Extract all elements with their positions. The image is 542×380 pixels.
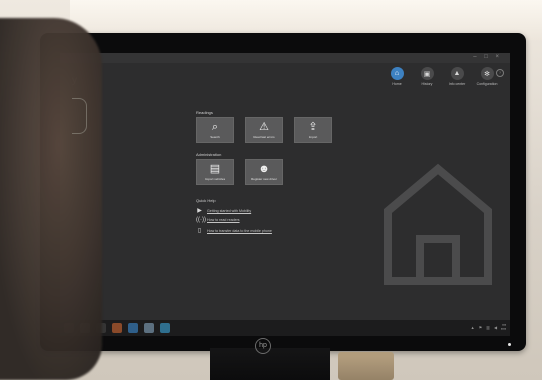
active-app-icon[interactable]: [160, 323, 170, 333]
quick-help-link[interactable]: How to transfer data to the mobile phone: [207, 229, 272, 233]
app-icon[interactable]: [128, 323, 138, 333]
home-watermark-icon: [384, 163, 492, 285]
person-foreground: [0, 18, 102, 380]
play-icon: ▶: [197, 208, 202, 214]
volume-icon[interactable]: ◀: [494, 325, 497, 330]
quick-help-item[interactable]: ▯ How to transfer data to the mobile pho…: [196, 227, 272, 234]
import-vehicles-icon: ▤: [209, 162, 221, 175]
tray-arrow-icon[interactable]: ▲: [471, 325, 475, 330]
browser-icon[interactable]: [112, 323, 122, 333]
desk-items: [338, 352, 394, 380]
register-new-driver-label: Register new driver: [251, 176, 277, 181]
quick-help-heading: Quick Help: [196, 198, 216, 203]
warning-icon: ⚠: [259, 120, 269, 133]
nav-home-label: Home: [392, 82, 402, 86]
readings-heading: Readings: [196, 110, 213, 115]
driver-icon: ☻: [258, 162, 270, 175]
monitor-screen: – □ × y ⌂ Home ▣ History ▲ Info center ✻…: [60, 53, 510, 336]
wireless-icon: ((·)): [196, 217, 206, 223]
quick-help-item[interactable]: ▶ Getting started with Mobility: [196, 207, 251, 214]
window-icon[interactable]: [144, 323, 154, 333]
read-last-errors-label: Read last errors: [253, 134, 275, 139]
app-titlebar: – □ ×: [60, 53, 510, 63]
clock[interactable]: ▪▪▪ ▪▪▪▪: [501, 323, 506, 331]
history-icon: ▣: [420, 67, 434, 80]
warning-icon: ▲: [450, 67, 464, 80]
nav-history-label: History: [421, 82, 433, 86]
nav-info-center-label: Info center: [448, 82, 466, 86]
window-controls[interactable]: – □ ×: [473, 54, 502, 60]
search-tile-label: Search: [210, 134, 220, 139]
import-vehicles-tile[interactable]: ▤ Import vehicles: [196, 159, 234, 185]
power-led: [508, 343, 511, 346]
search-icon: ⌕: [211, 120, 219, 133]
top-navigation: ⌂ Home ▣ History ▲ Info center ✻ Configu…: [384, 67, 500, 86]
nav-history[interactable]: ▣ History: [414, 67, 440, 86]
register-new-driver-tile[interactable]: ☻ Register new driver: [245, 159, 283, 185]
nav-info-center[interactable]: ▲ Info center: [444, 67, 470, 86]
search-tile[interactable]: ⌕ Search: [196, 117, 234, 143]
nav-configuration-label: Configuration: [476, 82, 498, 86]
system-tray: ▲ ⚑ ▥ ◀ ▪▪▪ ▪▪▪▪: [471, 323, 506, 331]
help-icon[interactable]: ?: [496, 69, 504, 77]
home-icon: ⌂: [390, 67, 404, 80]
read-last-errors-tile[interactable]: ⚠ Read last errors: [245, 117, 283, 143]
monitor-stand: [210, 348, 330, 380]
import-tile[interactable]: ⇪ Import: [294, 117, 332, 143]
glasses-outline: [72, 98, 87, 134]
quick-help-link[interactable]: Getting started with Mobility: [207, 209, 251, 213]
nav-home[interactable]: ⌂ Home: [384, 67, 410, 86]
taskbar: ▲ ⚑ ▥ ◀ ▪▪▪ ▪▪▪▪: [60, 320, 510, 336]
import-vehicles-label: Import vehicles: [204, 176, 226, 181]
brand-logo: hp: [255, 338, 271, 354]
phone-icon: ▯: [197, 228, 202, 234]
import-icon: ⇪: [308, 120, 318, 133]
network-icon[interactable]: ▥: [486, 325, 490, 330]
import-tile-label: Import: [308, 134, 318, 139]
flag-icon[interactable]: ⚑: [479, 325, 483, 330]
quick-help-link[interactable]: How to read readers: [207, 218, 240, 222]
administration-heading: Administration: [196, 152, 222, 157]
quick-help-item[interactable]: ((·)) How to read readers: [196, 217, 240, 223]
gear-icon: ✻: [480, 67, 494, 80]
